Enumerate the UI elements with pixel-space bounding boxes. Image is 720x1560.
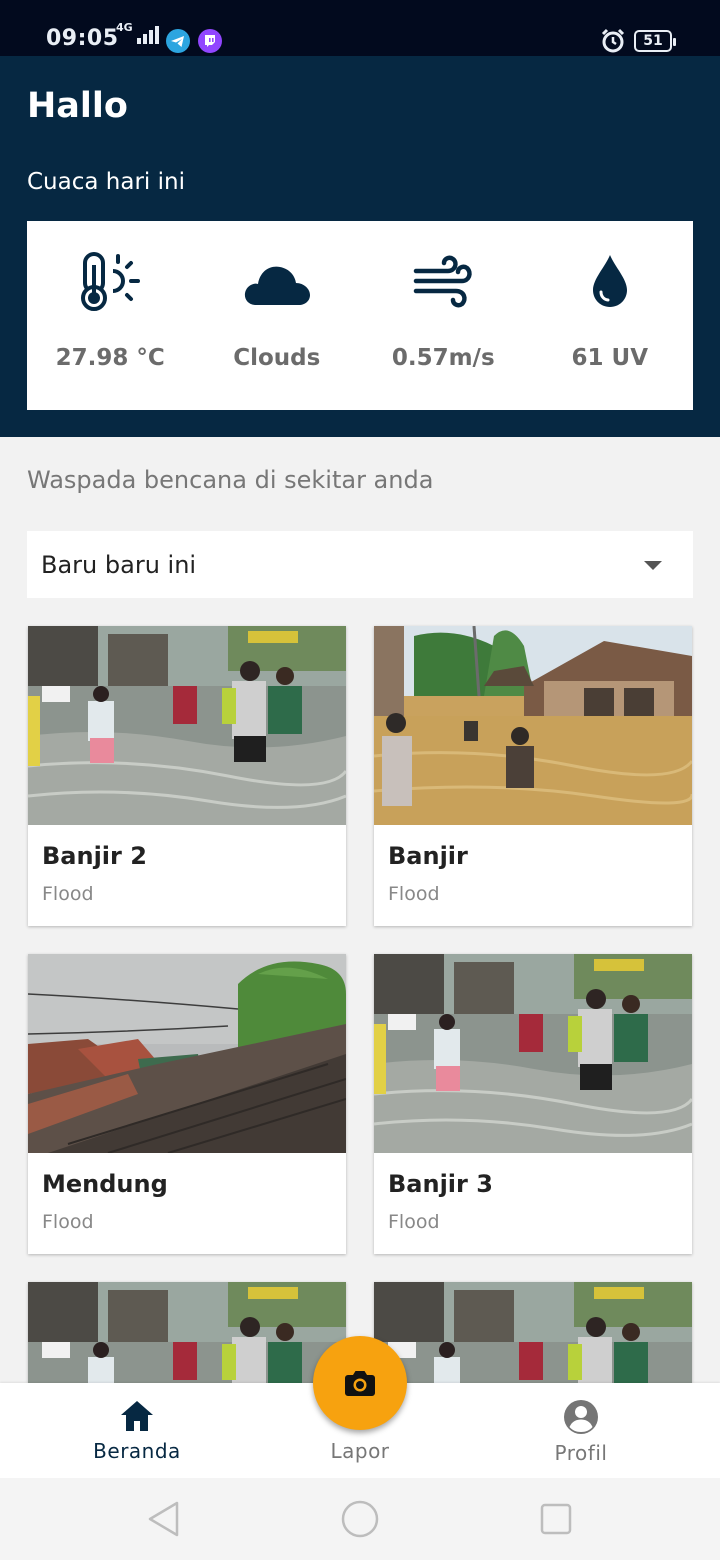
temperature-value: 27.98 °C (55, 345, 165, 371)
system-navigation-bar (0, 1478, 720, 1560)
card-subtitle: Flood (388, 883, 440, 905)
flood-street-photo (374, 954, 692, 1153)
chevron-down-icon (644, 561, 662, 570)
cloud-icon (244, 266, 310, 305)
card-subtitle: Flood (42, 883, 94, 905)
greeting-title: Hallo (27, 86, 128, 126)
weather-title: Cuaca hari ini (27, 169, 185, 195)
flood-village-photo (374, 626, 692, 825)
weather-temperature: 27.98 °C (27, 221, 194, 410)
wind-icon (414, 255, 472, 308)
weather-card: 27.98 °C Clouds 0.57m/s 61 UV (27, 221, 693, 410)
disaster-card[interactable]: Banjir 3 Flood (374, 954, 692, 1254)
weather-uv: 61 UV (527, 221, 694, 410)
disaster-card[interactable]: Banjir Flood (374, 626, 692, 926)
camera-icon (345, 1371, 375, 1396)
card-title: Mendung (42, 1170, 168, 1198)
nav-profile[interactable]: Profil (501, 1383, 661, 1478)
alarm-icon (601, 28, 625, 53)
battery-level: 51 (643, 33, 663, 49)
wind-value: 0.57m/s (391, 345, 495, 371)
battery-icon: 51 (634, 30, 676, 52)
filter-selected-value: Baru baru ini (41, 550, 197, 579)
status-time: 09:05 (46, 26, 119, 51)
signal-icon: 4G (116, 21, 159, 44)
header: Hallo Cuaca hari ini 27.98 °C Clouds 0.5… (0, 56, 720, 437)
home-icon (121, 1401, 153, 1431)
report-camera-button[interactable] (313, 1336, 407, 1430)
flood-street-photo (28, 1282, 346, 1383)
telegram-icon (166, 29, 190, 53)
filter-dropdown[interactable]: Baru baru ini (27, 531, 693, 598)
water-drop-icon (592, 255, 627, 307)
account-circle-icon (564, 1400, 598, 1434)
card-title: Banjir 2 (42, 842, 147, 870)
home-circle-icon[interactable] (341, 1500, 379, 1538)
card-title: Banjir 3 (388, 1170, 493, 1198)
disaster-card[interactable]: Banjir 2 Flood (28, 626, 346, 926)
status-bar: 09:05 4G 51 (0, 0, 720, 56)
thermometer-sun-icon (81, 252, 141, 311)
weather-condition: Clouds (194, 221, 361, 410)
network-type: 4G (116, 21, 133, 34)
disaster-card[interactable]: Mendung Flood (28, 954, 346, 1254)
back-icon[interactable] (146, 1500, 180, 1538)
card-title: Banjir (388, 842, 468, 870)
nav-home-label: Beranda (93, 1439, 181, 1463)
nav-report-label: Lapor (330, 1439, 390, 1463)
weather-wind: 0.57m/s (360, 221, 527, 410)
flood-street-photo (28, 626, 346, 825)
card-subtitle: Flood (42, 1211, 94, 1233)
uv-value: 61 UV (571, 345, 649, 371)
flood-street-photo (374, 1282, 692, 1383)
nav-profile-label: Profil (554, 1441, 608, 1465)
alert-text: Waspada bencana di sekitar anda (27, 466, 434, 494)
nav-home[interactable]: Beranda (57, 1383, 217, 1478)
disaster-card[interactable] (28, 1282, 346, 1383)
cloudy-roof-photo (28, 954, 346, 1153)
recents-icon[interactable] (540, 1503, 572, 1535)
twitch-icon (198, 29, 222, 53)
condition-value: Clouds (233, 345, 321, 371)
card-subtitle: Flood (388, 1211, 440, 1233)
disaster-card[interactable] (374, 1282, 692, 1383)
